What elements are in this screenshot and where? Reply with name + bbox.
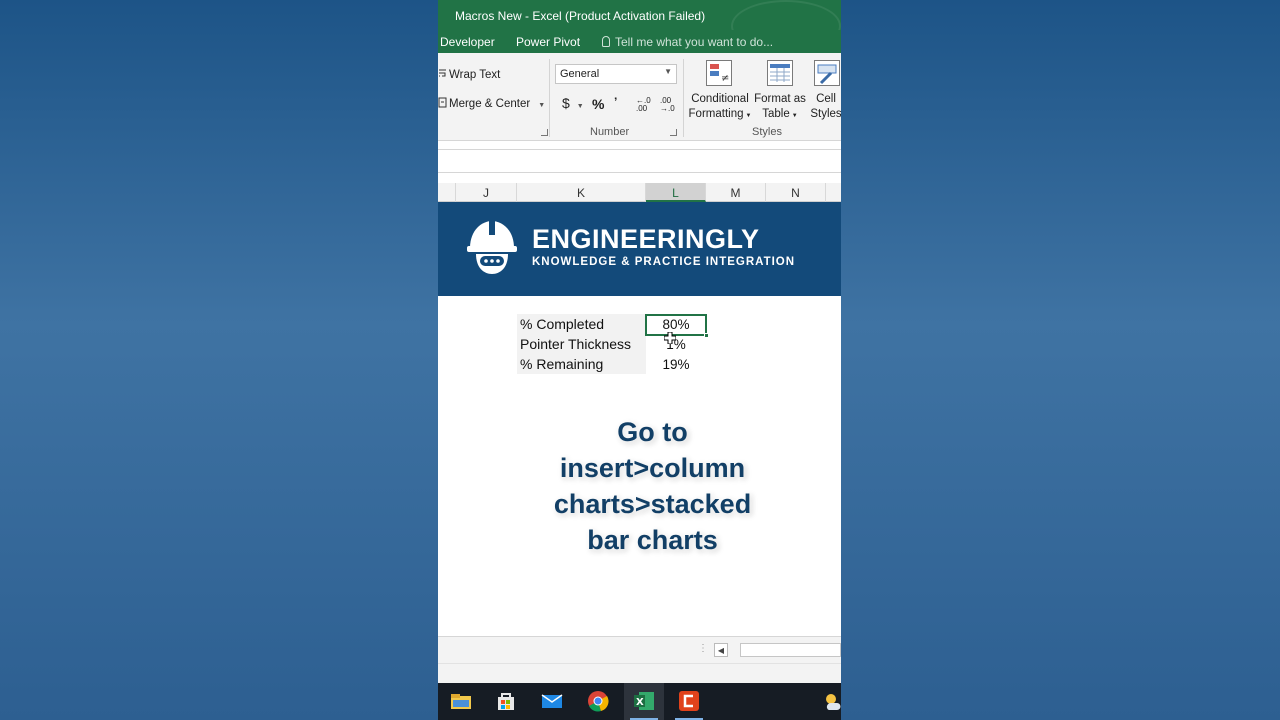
brand-tagline: KNOWLEDGE & PRACTICE INTEGRATION [532, 256, 796, 268]
overlay-line: charts>stacked [553, 489, 752, 519]
ribbon-tabs: Developer Power Pivot Tell me what you w… [438, 30, 841, 53]
percent-icon: % [592, 96, 605, 112]
decrease-decimal-icon: .00 →.0 [660, 96, 675, 113]
resize-dots-icon[interactable]: ⋮ [698, 643, 708, 654]
overlay-line: Go to [617, 417, 688, 447]
fill-handle[interactable] [704, 333, 709, 338]
cell-k-completed[interactable]: % Completed [517, 314, 646, 334]
conditional-formatting-line2: Formatting [688, 108, 744, 120]
column-header-l[interactable]: L [646, 183, 706, 202]
number-group-label: Number [590, 126, 630, 138]
styles-group-label: Styles [752, 126, 782, 138]
lightbulb-icon [602, 36, 610, 47]
format-as-table-button[interactable]: Format as Table ▼ [752, 92, 808, 124]
decrease-decimal-button[interactable]: .00 →.0 [660, 97, 682, 113]
conditional-formatting-line1: Conditional [691, 93, 749, 105]
svg-text:X: X [636, 697, 644, 708]
brand-name: ENGINEERINGLY [532, 224, 760, 254]
excel-icon[interactable]: X [633, 690, 655, 712]
chrome-icon[interactable] [587, 690, 609, 712]
conditional-formatting-icon: ≠ [706, 60, 732, 86]
cell-styles-button[interactable]: Cell Styles [806, 92, 841, 122]
cell-styles-icon [814, 60, 840, 86]
group-divider [549, 59, 550, 137]
chevron-down-icon: ▼ [791, 113, 798, 119]
wrap-text-label: Wrap Text [449, 69, 501, 81]
merge-center-label: Merge & Center [449, 98, 531, 110]
format-as-table-line1: Format as [754, 93, 806, 105]
recorder-icon[interactable] [678, 690, 700, 712]
column-headers: J K L M N [438, 183, 841, 202]
excel-window: Macros New - Excel (Product Activation F… [438, 0, 841, 720]
format-as-table-icon [767, 60, 793, 86]
formula-bar[interactable] [438, 149, 841, 173]
overlay-line: insert>column [559, 453, 746, 483]
chevron-down-icon: ▼ [664, 67, 672, 76]
cross-cursor-icon [664, 332, 676, 344]
tab-power-pivot[interactable]: Power Pivot [516, 35, 580, 49]
weather-icon[interactable] [822, 690, 841, 712]
chevron-down-icon[interactable]: ▼ [577, 103, 584, 110]
overlay-line: bar charts [587, 525, 718, 555]
tab-developer[interactable]: Developer [440, 35, 495, 49]
brand-banner: ENGINEERINGLY KNOWLEDGE & PRACTICE INTEG… [438, 202, 841, 296]
horizontal-scrollbar[interactable] [740, 643, 841, 657]
increase-decimal-button[interactable]: ←.0 .00 [636, 97, 658, 113]
cell-k-pointer[interactable]: Pointer Thickness [517, 334, 646, 354]
alignment-dialog-launcher[interactable] [541, 129, 548, 136]
comma-button[interactable]: ʼ [614, 95, 617, 109]
chevron-down-icon: ▼ [745, 113, 752, 119]
taskbar: X [438, 683, 841, 720]
cell-l-pointer[interactable]: 1% [646, 334, 706, 354]
format-as-table-line2: Table [762, 108, 790, 120]
wrap-text-button[interactable]: Wrap Text [438, 68, 500, 81]
ribbon: Wrap Text Merge & Center ▼ General ▼ $ ▼ %… [438, 53, 841, 141]
column-header-j[interactable]: J [456, 183, 517, 202]
conditional-formatting-button[interactable]: Conditional Formatting ▼ [688, 92, 752, 124]
column-header-k[interactable]: K [517, 183, 646, 202]
column-header-n[interactable]: N [766, 183, 826, 202]
currency-button[interactable]: $ ▼ [562, 95, 584, 111]
active-cell-border [645, 314, 709, 338]
svg-text:≠: ≠ [721, 73, 729, 84]
title-bar: Macros New - Excel (Product Activation F… [438, 0, 841, 30]
column-header-partial[interactable] [438, 183, 456, 202]
chevron-down-icon[interactable]: ▼ [538, 102, 545, 109]
column-header-m[interactable]: M [706, 183, 766, 202]
percent-button[interactable]: % [592, 96, 604, 112]
worksheet-grid[interactable]: % Completed 80% Pointer Thickness 1% % R… [438, 296, 841, 636]
cell-l-remaining[interactable]: 19% [646, 354, 706, 374]
file-explorer-icon[interactable] [450, 690, 472, 712]
wrap-text-icon [439, 69, 446, 77]
increase-decimal-icon: ←.0 .00 [636, 96, 651, 113]
helmet-logo-icon [467, 221, 517, 274]
comma-icon: ʼ [614, 95, 618, 109]
instruction-overlay: Go to insert>column charts>stacked bar c… [516, 414, 789, 558]
store-icon[interactable] [495, 690, 517, 712]
scroll-left-button[interactable]: ◀ [714, 643, 728, 657]
cell-styles-line2: Styles [810, 108, 841, 120]
number-format-dropdown[interactable]: General ▼ [555, 64, 677, 84]
currency-icon: $ [562, 95, 570, 111]
number-format-value: General [560, 68, 600, 80]
window-title: Macros New - Excel (Product Activation F… [455, 9, 706, 23]
number-dialog-launcher[interactable] [670, 129, 677, 136]
cell-k-remaining[interactable]: % Remaining [517, 354, 646, 374]
tell-me-placeholder: Tell me what you want to do... [615, 35, 774, 49]
sheet-tabs-bar: ⋮ ◀ [438, 636, 841, 663]
mail-icon[interactable] [541, 690, 563, 712]
merge-center-button[interactable]: Merge & Center ▼ [438, 97, 545, 110]
title-decoration [731, 0, 841, 30]
merge-center-icon [438, 97, 447, 108]
group-divider [683, 59, 684, 137]
cell-styles-line1: Cell [816, 93, 836, 105]
tell-me-box[interactable]: Tell me what you want to do... [602, 35, 773, 49]
status-bar [438, 663, 841, 683]
